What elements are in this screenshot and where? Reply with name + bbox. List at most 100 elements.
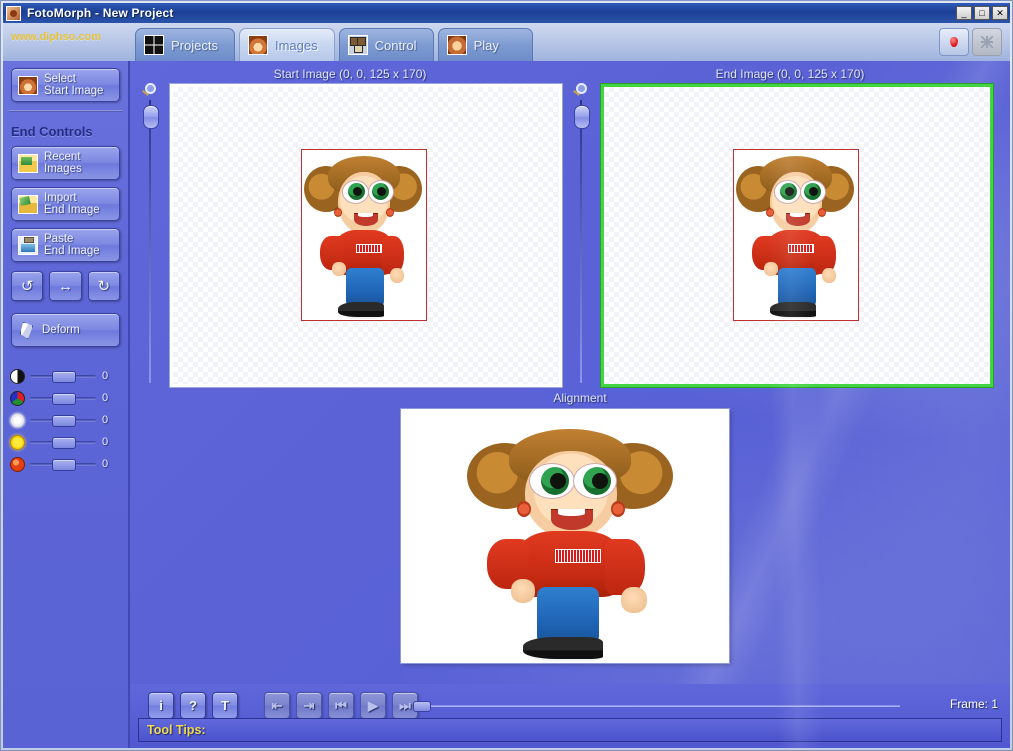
app-portrait-icon xyxy=(6,5,21,21)
import-end-image-button[interactable]: Import End Image xyxy=(11,187,120,221)
tab-play[interactable]: Play xyxy=(437,28,533,61)
tab-play-label: Play xyxy=(473,37,499,53)
tab-control-label: Control xyxy=(374,37,417,53)
gamma-slider-row: 0 xyxy=(3,431,128,453)
tab-strip: www.diphso.com Projects Images Control P… xyxy=(3,23,1010,61)
start-image-canvas[interactable] xyxy=(170,84,562,387)
brightness-slider[interactable] xyxy=(30,414,96,427)
left-sidebar: Select Start Image End Controls Recent I… xyxy=(3,61,130,748)
zoom-track[interactable] xyxy=(580,100,582,383)
work-area: Start Image (0, 0, 125 x 170) End Image … xyxy=(130,61,1010,748)
text-button[interactable]: T xyxy=(212,692,238,719)
saturation-slider-row: 0 xyxy=(3,453,128,475)
start-image-title: Start Image (0, 0, 125 x 170) xyxy=(273,67,427,81)
brightness-slider-row: 0 xyxy=(3,409,128,431)
tab-projects-label: Projects xyxy=(171,37,218,53)
slider-thumb[interactable] xyxy=(52,437,76,449)
transform-button-group: ↺ ↔ ↻ xyxy=(11,271,120,301)
paste-end-image-label: Paste End Image xyxy=(44,233,100,257)
minimize-button[interactable]: _ xyxy=(956,6,972,20)
zoom-track[interactable] xyxy=(149,100,151,383)
paste-end-image-button[interactable]: Paste End Image xyxy=(11,228,120,262)
control-nodes-icon xyxy=(347,35,368,55)
play-button[interactable]: ▶ xyxy=(360,692,386,719)
portrait-icon xyxy=(247,35,268,55)
color-value: 0 xyxy=(102,392,109,404)
end-image-title: End Image (0, 0, 125 x 170) xyxy=(715,67,865,81)
info-button[interactable]: i xyxy=(148,692,174,719)
recent-images-label: Recent Images xyxy=(44,151,82,175)
deform-label: Deform xyxy=(42,324,80,336)
tab-projects[interactable]: Projects xyxy=(135,28,235,61)
tab-images-label: Images xyxy=(274,37,318,53)
gray-star-icon xyxy=(981,36,993,48)
main-body: Select Start Image End Controls Recent I… xyxy=(3,61,1010,748)
brightness-icon xyxy=(10,412,25,428)
tooltips-label: Tool Tips: xyxy=(147,723,206,737)
saturation-slider[interactable] xyxy=(30,458,96,471)
magnifier-icon xyxy=(573,83,588,98)
color-slider[interactable] xyxy=(30,392,96,405)
cartoon-girl-image xyxy=(734,150,858,320)
end-controls-heading: End Controls xyxy=(11,124,93,139)
flip-horizontal-button[interactable]: ↔ xyxy=(49,271,82,301)
tooltips-bar: Tool Tips: xyxy=(138,718,1002,742)
contrast-icon xyxy=(10,368,25,384)
zoom-thumb[interactable] xyxy=(574,105,590,129)
grid-icon xyxy=(144,35,164,55)
start-image-frame xyxy=(301,149,427,321)
magnifier-icon xyxy=(142,83,157,98)
settings-button[interactable] xyxy=(972,28,1002,56)
step-back-button[interactable]: ⇤ xyxy=(264,692,290,719)
record-button[interactable] xyxy=(939,28,969,56)
deform-button[interactable]: Deform xyxy=(11,313,120,347)
window-title: FotoMorph - New Project xyxy=(27,6,174,20)
color-slider-row: 0 xyxy=(3,387,128,409)
contrast-value: 0 xyxy=(102,370,109,382)
rotate-right-button[interactable]: ↻ xyxy=(87,271,120,301)
contrast-slider[interactable] xyxy=(30,370,96,383)
brand-link[interactable]: www.diphso.com xyxy=(11,31,101,43)
portrait-icon xyxy=(18,75,38,95)
select-start-image-label: Select Start Image xyxy=(44,73,104,97)
sun-icon xyxy=(10,434,25,450)
slider-thumb[interactable] xyxy=(52,459,76,471)
skip-start-button[interactable]: ⏮ xyxy=(328,692,354,719)
bottom-tool-group: i ? T ⇤ ⇥ ⏮ ▶ ⏭ xyxy=(148,692,418,719)
play-portrait-icon xyxy=(446,35,467,55)
folder-import-icon xyxy=(18,194,38,214)
end-zoom-slider[interactable] xyxy=(573,83,591,383)
help-button[interactable]: ? xyxy=(180,692,206,719)
select-start-image-button[interactable]: Select Start Image xyxy=(11,68,120,102)
cartoon-girl-image xyxy=(465,421,675,661)
header-actions xyxy=(939,28,1002,56)
frame-slider-thumb[interactable] xyxy=(413,701,431,712)
title-bar: FotoMorph - New Project _ □ ✕ xyxy=(3,3,1010,23)
saturation-value: 0 xyxy=(102,458,109,470)
adjustment-sliders: 0 0 0 0 0 xyxy=(3,365,128,475)
end-image-frame xyxy=(733,149,859,321)
frame-slider[interactable] xyxy=(413,701,900,712)
end-image-canvas[interactable] xyxy=(601,84,993,387)
close-button[interactable]: ✕ xyxy=(992,6,1008,20)
alignment-preview[interactable] xyxy=(401,409,729,663)
slider-thumb[interactable] xyxy=(52,393,76,405)
recent-images-button[interactable]: Recent Images xyxy=(11,146,120,180)
slider-thumb[interactable] xyxy=(52,371,76,383)
slider-thumb[interactable] xyxy=(52,415,76,427)
rotate-left-button[interactable]: ↺ xyxy=(11,271,44,301)
red-drop-icon xyxy=(950,37,958,47)
tab-images[interactable]: Images xyxy=(238,28,335,61)
window-controls: _ □ ✕ xyxy=(956,6,1010,20)
step-forward-button[interactable]: ⇥ xyxy=(296,692,322,719)
deform-icon xyxy=(18,321,36,339)
maximize-button[interactable]: □ xyxy=(974,6,990,20)
tab-control[interactable]: Control xyxy=(338,28,434,61)
gamma-value: 0 xyxy=(102,436,109,448)
start-zoom-slider[interactable] xyxy=(142,83,160,383)
gamma-slider[interactable] xyxy=(30,436,96,449)
import-end-image-label: Import End Image xyxy=(44,192,100,216)
zoom-thumb[interactable] xyxy=(143,105,159,129)
fotomorph-window: FotoMorph - New Project _ □ ✕ www.diphso… xyxy=(0,0,1013,751)
brightness-value: 0 xyxy=(102,414,109,426)
